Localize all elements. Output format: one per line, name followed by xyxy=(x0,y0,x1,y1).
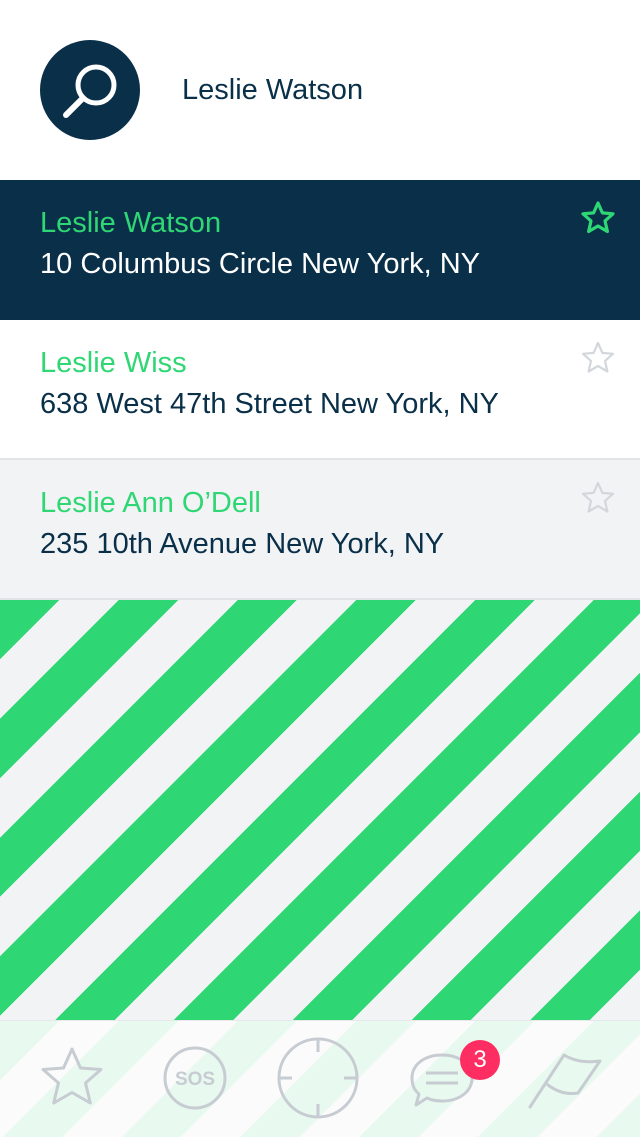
result-address: 10 Columbus Circle New York, NY xyxy=(40,248,481,280)
flag-icon xyxy=(528,1053,602,1109)
search-button[interactable] xyxy=(40,40,140,140)
sos-label: SOS xyxy=(175,1069,215,1090)
favorite-toggle[interactable] xyxy=(580,480,616,516)
striped-background xyxy=(0,600,640,1020)
result-item-selected[interactable]: Leslie Watson 10 Columbus Circle New Yor… xyxy=(0,180,640,320)
star-filled-icon xyxy=(581,201,615,234)
chat-icon xyxy=(410,1053,474,1107)
result-name: Leslie Wiss xyxy=(40,347,187,379)
favorite-toggle[interactable] xyxy=(580,200,616,236)
tab-locate[interactable] xyxy=(254,1021,382,1137)
tab-bar: SOS xyxy=(0,1020,640,1137)
result-address: 235 10th Avenue New York, NY xyxy=(40,528,445,560)
search-bar xyxy=(0,0,640,180)
favorite-toggle[interactable] xyxy=(580,340,616,376)
tab-favorites[interactable] xyxy=(8,1021,136,1137)
result-item[interactable]: Leslie Wiss 638 West 47th Street New Yor… xyxy=(0,320,640,460)
result-name: Leslie Watson xyxy=(40,207,222,239)
sos-icon: SOS xyxy=(163,1046,227,1110)
result-name: Leslie Ann O’Dell xyxy=(40,487,261,519)
star-icon xyxy=(581,341,615,373)
tab-sos[interactable]: SOS xyxy=(132,1021,260,1137)
tab-messages[interactable] xyxy=(378,1021,506,1137)
star-icon xyxy=(41,1047,103,1105)
search-input[interactable] xyxy=(182,70,602,110)
search-icon xyxy=(63,64,117,118)
star-icon xyxy=(581,481,615,513)
result-address: 638 West 47th Street New York, NY xyxy=(40,388,499,420)
tab-flag[interactable] xyxy=(502,1021,630,1137)
crosshair-icon xyxy=(277,1037,359,1119)
messages-badge: 3 xyxy=(460,1040,500,1080)
result-item[interactable]: Leslie Ann O’Dell 235 10th Avenue New Yo… xyxy=(0,460,640,600)
